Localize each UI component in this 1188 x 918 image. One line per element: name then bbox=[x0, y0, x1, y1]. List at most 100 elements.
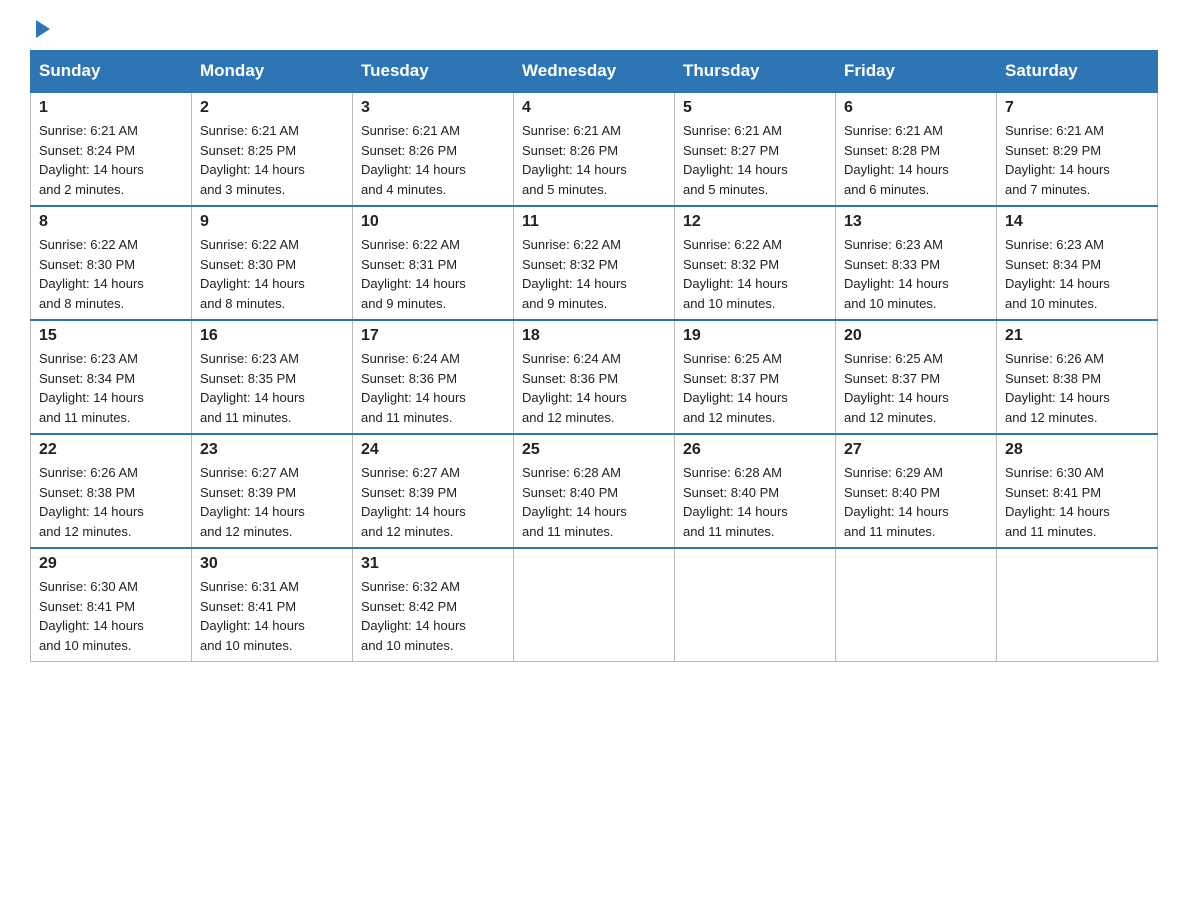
day-cell-13: 13 Sunrise: 6:23 AMSunset: 8:33 PMDaylig… bbox=[836, 206, 997, 320]
day-cell-2: 2 Sunrise: 6:21 AMSunset: 8:25 PMDayligh… bbox=[192, 92, 353, 206]
day-info: Sunrise: 6:21 AMSunset: 8:26 PMDaylight:… bbox=[361, 123, 466, 197]
col-header-monday: Monday bbox=[192, 51, 353, 93]
day-number: 15 bbox=[39, 327, 183, 345]
day-info: Sunrise: 6:25 AMSunset: 8:37 PMDaylight:… bbox=[683, 351, 788, 425]
day-number: 16 bbox=[200, 327, 344, 345]
logo bbox=[30, 20, 54, 40]
day-info: Sunrise: 6:22 AMSunset: 8:31 PMDaylight:… bbox=[361, 237, 466, 311]
week-row-2: 8 Sunrise: 6:22 AMSunset: 8:30 PMDayligh… bbox=[31, 206, 1158, 320]
calendar-table: SundayMondayTuesdayWednesdayThursdayFrid… bbox=[30, 50, 1158, 662]
day-cell-19: 19 Sunrise: 6:25 AMSunset: 8:37 PMDaylig… bbox=[675, 320, 836, 434]
day-number: 4 bbox=[522, 99, 666, 117]
day-info: Sunrise: 6:21 AMSunset: 8:29 PMDaylight:… bbox=[1005, 123, 1110, 197]
day-info: Sunrise: 6:23 AMSunset: 8:34 PMDaylight:… bbox=[39, 351, 144, 425]
empty-cell bbox=[997, 548, 1158, 662]
day-info: Sunrise: 6:32 AMSunset: 8:42 PMDaylight:… bbox=[361, 579, 466, 653]
day-cell-1: 1 Sunrise: 6:21 AMSunset: 8:24 PMDayligh… bbox=[31, 92, 192, 206]
day-info: Sunrise: 6:23 AMSunset: 8:33 PMDaylight:… bbox=[844, 237, 949, 311]
day-cell-27: 27 Sunrise: 6:29 AMSunset: 8:40 PMDaylig… bbox=[836, 434, 997, 548]
day-number: 24 bbox=[361, 441, 505, 459]
day-cell-18: 18 Sunrise: 6:24 AMSunset: 8:36 PMDaylig… bbox=[514, 320, 675, 434]
day-number: 18 bbox=[522, 327, 666, 345]
day-cell-26: 26 Sunrise: 6:28 AMSunset: 8:40 PMDaylig… bbox=[675, 434, 836, 548]
day-info: Sunrise: 6:29 AMSunset: 8:40 PMDaylight:… bbox=[844, 465, 949, 539]
empty-cell bbox=[514, 548, 675, 662]
day-cell-15: 15 Sunrise: 6:23 AMSunset: 8:34 PMDaylig… bbox=[31, 320, 192, 434]
day-number: 5 bbox=[683, 99, 827, 117]
day-number: 14 bbox=[1005, 213, 1149, 231]
day-info: Sunrise: 6:30 AMSunset: 8:41 PMDaylight:… bbox=[39, 579, 144, 653]
day-number: 2 bbox=[200, 99, 344, 117]
logo-triangle-icon bbox=[32, 18, 54, 40]
day-cell-20: 20 Sunrise: 6:25 AMSunset: 8:37 PMDaylig… bbox=[836, 320, 997, 434]
col-header-thursday: Thursday bbox=[675, 51, 836, 93]
day-info: Sunrise: 6:21 AMSunset: 8:24 PMDaylight:… bbox=[39, 123, 144, 197]
day-cell-3: 3 Sunrise: 6:21 AMSunset: 8:26 PMDayligh… bbox=[353, 92, 514, 206]
col-header-tuesday: Tuesday bbox=[353, 51, 514, 93]
day-number: 10 bbox=[361, 213, 505, 231]
day-info: Sunrise: 6:26 AMSunset: 8:38 PMDaylight:… bbox=[1005, 351, 1110, 425]
day-number: 12 bbox=[683, 213, 827, 231]
day-info: Sunrise: 6:24 AMSunset: 8:36 PMDaylight:… bbox=[361, 351, 466, 425]
col-header-wednesday: Wednesday bbox=[514, 51, 675, 93]
day-number: 23 bbox=[200, 441, 344, 459]
day-info: Sunrise: 6:27 AMSunset: 8:39 PMDaylight:… bbox=[200, 465, 305, 539]
day-info: Sunrise: 6:22 AMSunset: 8:32 PMDaylight:… bbox=[683, 237, 788, 311]
day-number: 30 bbox=[200, 555, 344, 573]
week-row-5: 29 Sunrise: 6:30 AMSunset: 8:41 PMDaylig… bbox=[31, 548, 1158, 662]
day-number: 22 bbox=[39, 441, 183, 459]
day-cell-25: 25 Sunrise: 6:28 AMSunset: 8:40 PMDaylig… bbox=[514, 434, 675, 548]
day-info: Sunrise: 6:21 AMSunset: 8:27 PMDaylight:… bbox=[683, 123, 788, 197]
day-cell-12: 12 Sunrise: 6:22 AMSunset: 8:32 PMDaylig… bbox=[675, 206, 836, 320]
day-cell-17: 17 Sunrise: 6:24 AMSunset: 8:36 PMDaylig… bbox=[353, 320, 514, 434]
day-number: 1 bbox=[39, 99, 183, 117]
day-number: 31 bbox=[361, 555, 505, 573]
day-info: Sunrise: 6:21 AMSunset: 8:26 PMDaylight:… bbox=[522, 123, 627, 197]
day-number: 8 bbox=[39, 213, 183, 231]
empty-cell bbox=[836, 548, 997, 662]
day-info: Sunrise: 6:30 AMSunset: 8:41 PMDaylight:… bbox=[1005, 465, 1110, 539]
day-cell-10: 10 Sunrise: 6:22 AMSunset: 8:31 PMDaylig… bbox=[353, 206, 514, 320]
day-number: 7 bbox=[1005, 99, 1149, 117]
week-row-4: 22 Sunrise: 6:26 AMSunset: 8:38 PMDaylig… bbox=[31, 434, 1158, 548]
day-number: 26 bbox=[683, 441, 827, 459]
day-info: Sunrise: 6:22 AMSunset: 8:30 PMDaylight:… bbox=[200, 237, 305, 311]
day-info: Sunrise: 6:27 AMSunset: 8:39 PMDaylight:… bbox=[361, 465, 466, 539]
day-number: 17 bbox=[361, 327, 505, 345]
day-number: 20 bbox=[844, 327, 988, 345]
day-number: 11 bbox=[522, 213, 666, 231]
day-cell-23: 23 Sunrise: 6:27 AMSunset: 8:39 PMDaylig… bbox=[192, 434, 353, 548]
day-cell-22: 22 Sunrise: 6:26 AMSunset: 8:38 PMDaylig… bbox=[31, 434, 192, 548]
day-cell-21: 21 Sunrise: 6:26 AMSunset: 8:38 PMDaylig… bbox=[997, 320, 1158, 434]
day-cell-29: 29 Sunrise: 6:30 AMSunset: 8:41 PMDaylig… bbox=[31, 548, 192, 662]
day-cell-28: 28 Sunrise: 6:30 AMSunset: 8:41 PMDaylig… bbox=[997, 434, 1158, 548]
day-info: Sunrise: 6:28 AMSunset: 8:40 PMDaylight:… bbox=[522, 465, 627, 539]
day-cell-4: 4 Sunrise: 6:21 AMSunset: 8:26 PMDayligh… bbox=[514, 92, 675, 206]
day-info: Sunrise: 6:22 AMSunset: 8:30 PMDaylight:… bbox=[39, 237, 144, 311]
day-info: Sunrise: 6:26 AMSunset: 8:38 PMDaylight:… bbox=[39, 465, 144, 539]
day-number: 29 bbox=[39, 555, 183, 573]
day-cell-8: 8 Sunrise: 6:22 AMSunset: 8:30 PMDayligh… bbox=[31, 206, 192, 320]
day-cell-30: 30 Sunrise: 6:31 AMSunset: 8:41 PMDaylig… bbox=[192, 548, 353, 662]
week-row-1: 1 Sunrise: 6:21 AMSunset: 8:24 PMDayligh… bbox=[31, 92, 1158, 206]
col-header-saturday: Saturday bbox=[997, 51, 1158, 93]
day-number: 3 bbox=[361, 99, 505, 117]
day-number: 21 bbox=[1005, 327, 1149, 345]
day-info: Sunrise: 6:25 AMSunset: 8:37 PMDaylight:… bbox=[844, 351, 949, 425]
week-row-3: 15 Sunrise: 6:23 AMSunset: 8:34 PMDaylig… bbox=[31, 320, 1158, 434]
day-info: Sunrise: 6:23 AMSunset: 8:34 PMDaylight:… bbox=[1005, 237, 1110, 311]
day-info: Sunrise: 6:24 AMSunset: 8:36 PMDaylight:… bbox=[522, 351, 627, 425]
day-cell-14: 14 Sunrise: 6:23 AMSunset: 8:34 PMDaylig… bbox=[997, 206, 1158, 320]
col-header-sunday: Sunday bbox=[31, 51, 192, 93]
day-info: Sunrise: 6:21 AMSunset: 8:28 PMDaylight:… bbox=[844, 123, 949, 197]
day-cell-9: 9 Sunrise: 6:22 AMSunset: 8:30 PMDayligh… bbox=[192, 206, 353, 320]
day-number: 27 bbox=[844, 441, 988, 459]
day-number: 19 bbox=[683, 327, 827, 345]
day-number: 28 bbox=[1005, 441, 1149, 459]
day-info: Sunrise: 6:22 AMSunset: 8:32 PMDaylight:… bbox=[522, 237, 627, 311]
header-row: SundayMondayTuesdayWednesdayThursdayFrid… bbox=[31, 51, 1158, 93]
day-cell-6: 6 Sunrise: 6:21 AMSunset: 8:28 PMDayligh… bbox=[836, 92, 997, 206]
day-cell-7: 7 Sunrise: 6:21 AMSunset: 8:29 PMDayligh… bbox=[997, 92, 1158, 206]
day-info: Sunrise: 6:31 AMSunset: 8:41 PMDaylight:… bbox=[200, 579, 305, 653]
day-cell-31: 31 Sunrise: 6:32 AMSunset: 8:42 PMDaylig… bbox=[353, 548, 514, 662]
